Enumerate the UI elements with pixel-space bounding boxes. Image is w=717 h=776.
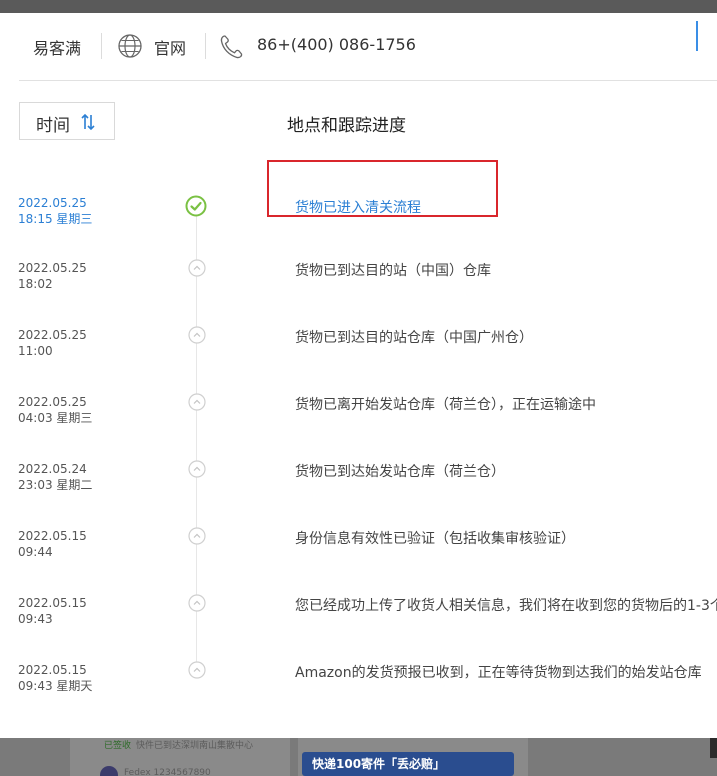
phone-icon bbox=[219, 34, 243, 64]
event-time: 09:43 bbox=[18, 612, 53, 626]
event-datetime: 2022.05.15 09:43 星期天 bbox=[18, 662, 92, 694]
tracking-panel: 易客满 官网 86+(400) 086-1756 时间 地点和跟踪进度 2022… bbox=[0, 13, 717, 738]
tracking-event-row: 2022.05.15 09:43 星期天 Amazon的发货预报已收到，正在等待货物… bbox=[0, 652, 717, 702]
column-title: 地点和跟踪进度 bbox=[287, 116, 406, 136]
event-time: 18:02 bbox=[18, 277, 53, 291]
header-action-edge[interactable] bbox=[696, 21, 698, 51]
event-datetime: 2022.05.15 09:43 bbox=[18, 595, 87, 627]
tracking-event-row: 2022.05.15 09:44 身份信息有效性已验证（包括收集审核验证） bbox=[0, 518, 717, 568]
event-date: 2022.05.15 bbox=[18, 596, 87, 610]
highlight-box bbox=[267, 160, 498, 217]
tracking-event-row: 2022.05.15 09:43 您已经成功上传了收货人相关信息，我们将在收到您的货… bbox=[0, 585, 717, 635]
event-datetime: 2022.05.25 18:15 星期三 bbox=[18, 195, 92, 227]
hotline-number: 86+(400) 086-1756 bbox=[257, 35, 416, 54]
event-time: 11:00 bbox=[18, 344, 53, 358]
event-datetime: 2022.05.15 09:44 bbox=[18, 528, 87, 560]
event-time: 09:43 星期天 bbox=[18, 679, 93, 693]
official-site-link[interactable]: 官网 bbox=[154, 35, 186, 59]
background-page: 已签收 快件已到达深圳南山集散中心 Fedex 1234567890 快递100… bbox=[0, 738, 717, 776]
event-description: 货物已到达目的站（中国）仓库 bbox=[295, 263, 491, 279]
window-top-bar bbox=[0, 0, 717, 13]
background-text: Fedex 1234567890 bbox=[124, 768, 211, 776]
chevron-up-circle-icon bbox=[187, 660, 207, 680]
event-date: 2022.05.25 bbox=[18, 196, 87, 210]
chevron-up-circle-icon bbox=[187, 459, 207, 479]
chevron-up-circle-icon bbox=[187, 325, 207, 345]
event-description: 货物已到达始发站仓库（荷兰仓） bbox=[295, 464, 505, 480]
background-banner: 快递100寄件「丢必赔」 bbox=[302, 752, 514, 776]
chevron-up-circle-icon bbox=[187, 258, 207, 278]
panel-header: 易客满 官网 86+(400) 086-1756 bbox=[19, 31, 717, 61]
background-text: 快件已到达深圳南山集散中心 bbox=[136, 741, 254, 751]
header-divider-line bbox=[19, 80, 717, 81]
event-description: 身份信息有效性已验证（包括收集审核验证） bbox=[295, 531, 575, 547]
tracking-event-row: 2022.05.25 04:03 星期三 货物已离开始发站仓库（荷兰仓），正在运输途… bbox=[0, 384, 717, 434]
tracking-event-row: 2022.05.25 11:00 货物已到达目的站仓库（中国广州仓） bbox=[0, 317, 717, 367]
header-divider bbox=[101, 33, 102, 59]
globe-icon bbox=[117, 33, 143, 63]
event-date: 2022.05.25 bbox=[18, 261, 87, 275]
event-datetime: 2022.05.25 04:03 星期三 bbox=[18, 394, 92, 426]
event-description: 货物已离开始发站仓库（荷兰仓），正在运输途中 bbox=[295, 397, 596, 413]
sort-label: 时间 bbox=[36, 116, 70, 136]
event-date: 2022.05.25 bbox=[18, 328, 87, 342]
event-date: 2022.05.15 bbox=[18, 529, 87, 543]
check-circle-icon bbox=[185, 195, 207, 217]
brand-name: 易客满 bbox=[33, 39, 82, 58]
event-datetime: 2022.05.25 18:02 bbox=[18, 260, 87, 292]
event-date: 2022.05.24 bbox=[18, 462, 87, 476]
event-description: 您已经成功上传了收货人相关信息，我们将在收到您的货物后的1-3个 bbox=[295, 598, 717, 614]
event-date: 2022.05.25 bbox=[18, 395, 87, 409]
event-time: 04:03 星期三 bbox=[18, 411, 93, 425]
chevron-up-circle-icon bbox=[187, 526, 207, 546]
background-status-tag: 已签收 bbox=[104, 741, 132, 751]
event-description: Amazon的发货预报已收到，正在等待货物到达我们的始发站仓库 bbox=[295, 665, 702, 681]
header-divider bbox=[205, 33, 206, 59]
chevron-up-circle-icon bbox=[187, 392, 207, 412]
event-time: 23:03 星期二 bbox=[18, 478, 93, 492]
sort-arrows-icon bbox=[80, 112, 96, 137]
event-date: 2022.05.15 bbox=[18, 663, 87, 677]
sort-by-time-button[interactable]: 时间 bbox=[19, 102, 115, 140]
event-description: 货物已到达目的站仓库（中国广州仓） bbox=[295, 330, 533, 346]
chevron-up-circle-icon bbox=[187, 593, 207, 613]
tracking-event-row: 2022.05.24 23:03 星期二 货物已到达始发站仓库（荷兰仓） bbox=[0, 451, 717, 501]
event-time: 09:44 bbox=[18, 545, 53, 559]
event-datetime: 2022.05.25 11:00 bbox=[18, 327, 87, 359]
tracking-event-row: 2022.05.25 18:02 货物已到达目的站（中国）仓库 bbox=[0, 250, 717, 300]
background-edge bbox=[710, 738, 717, 758]
event-datetime: 2022.05.24 23:03 星期二 bbox=[18, 461, 92, 493]
event-time: 18:15 星期三 bbox=[18, 212, 93, 226]
